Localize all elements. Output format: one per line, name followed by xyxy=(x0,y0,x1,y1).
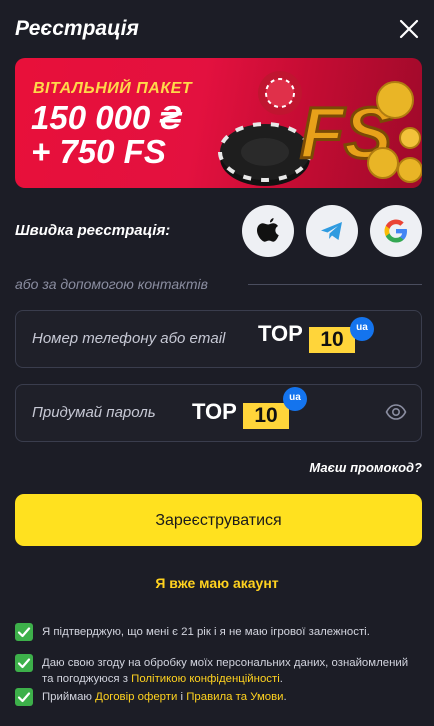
terms-and-conditions-link[interactable]: Правила та Умови xyxy=(186,691,283,703)
banner-amount: 150 000 ₴ xyxy=(31,99,182,136)
privacy-policy-link[interactable]: Політикою конфіденційності xyxy=(131,673,280,685)
close-icon[interactable] xyxy=(398,18,420,40)
age-checkbox[interactable] xyxy=(15,623,33,641)
terms-end: . xyxy=(283,691,287,703)
top10-logo-ten: 10 xyxy=(309,327,355,353)
age-consent-text: Я підтверджую, що мені є 21 рік і я не м… xyxy=(42,626,370,638)
apple-login-button[interactable] xyxy=(242,205,294,257)
quick-registration-label: Швидка реєстрація: xyxy=(15,222,171,239)
checkmark-icon xyxy=(17,658,31,669)
ua-badge: ua xyxy=(350,317,374,341)
promo-code-link[interactable]: Маєш промокод? xyxy=(309,460,422,475)
telegram-login-button[interactable] xyxy=(306,205,358,257)
login-link[interactable]: Я вже маю акаунт xyxy=(0,575,434,591)
top10-logo-top: TOP xyxy=(258,321,303,346)
google-login-button[interactable] xyxy=(370,205,422,257)
top10-logo-ten: 10 xyxy=(243,403,289,429)
privacy-checkbox[interactable] xyxy=(15,654,33,672)
modal-title: Реєстрація xyxy=(15,17,139,40)
apple-icon xyxy=(257,218,279,242)
checkmark-icon xyxy=(17,692,31,703)
offer-agreement-link[interactable]: Договір оферти xyxy=(95,691,177,703)
top10-logo-top: TOP xyxy=(192,399,237,424)
divider xyxy=(248,284,422,285)
telegram-icon xyxy=(321,222,342,240)
password-placeholder: Придумай пароль xyxy=(32,404,156,421)
register-button[interactable]: Зареєструватися xyxy=(15,494,422,546)
terms-connector: і xyxy=(177,691,187,703)
banner-subtitle: ВІТАЛЬНИЙ ПАКЕТ xyxy=(33,80,193,97)
checkmark-icon xyxy=(17,627,31,638)
privacy-consent-text: Даю свою згоду на обробку моїх персональ… xyxy=(42,655,417,687)
casino-chips-illustration: FS xyxy=(218,71,422,186)
registration-modal: Реєстрація ВІТАЛЬНИЙ ПАКЕТ 150 000 ₴ + 7… xyxy=(0,0,434,726)
welcome-bonus-banner: ВІТАЛЬНИЙ ПАКЕТ 150 000 ₴ + 750 FS FS xyxy=(15,58,422,188)
banner-free-spins: + 750 FS xyxy=(31,133,166,170)
alternative-contacts-label: або за допомогою контактів xyxy=(15,276,208,292)
terms-consent-text: Приймаю Договір оферти і Правила та Умов… xyxy=(42,689,417,705)
contact-input[interactable]: Номер телефону або email TOP 10 ua xyxy=(15,310,422,368)
terms-checkbox[interactable] xyxy=(15,688,33,706)
google-icon xyxy=(384,219,407,243)
contact-placeholder: Номер телефону або email xyxy=(32,330,226,347)
privacy-consent-end: . xyxy=(279,673,283,685)
eye-icon[interactable] xyxy=(385,403,407,421)
terms-prefix: Приймаю xyxy=(42,691,96,703)
ua-badge: ua xyxy=(283,387,307,411)
password-input[interactable]: Придумай пароль TOP 10 ua xyxy=(15,384,422,442)
